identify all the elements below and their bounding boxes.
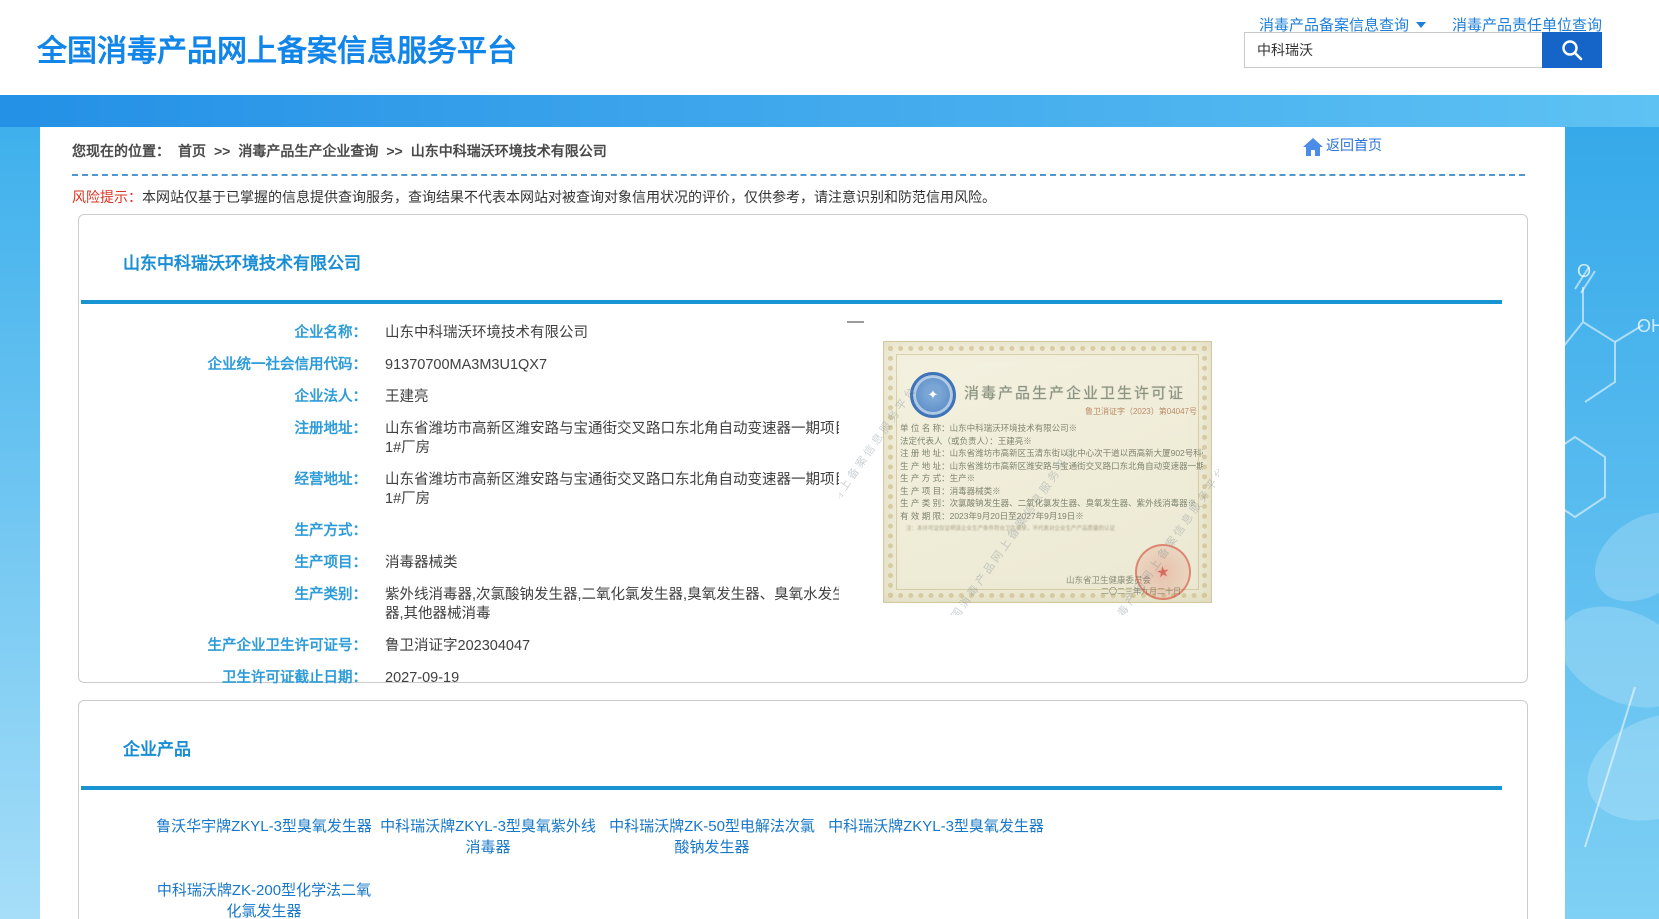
risk-notice: 风险提示：本网站仅基于已掌握的信息提供查询服务，查询结果不代表本网站对被查询对象… (72, 187, 996, 207)
certificate-body-lines: 单 位 名 称：山东中科瑞沃环境技术有限公司※ 法定代表人（或负责人）：王建亮※… (900, 422, 1203, 522)
site-title: 全国消毒产品网上备案信息服务平台 (37, 26, 517, 70)
certificate-line: 生 产 方 式：生产※ (900, 472, 1203, 485)
svg-text:OH: OH (1637, 316, 1659, 336)
field-row-company-name: 企业名称： 山东中科瑞沃环境技术有限公司 (79, 324, 1527, 343)
breadcrumb-current: 山东中科瑞沃环境技术有限公司 (411, 141, 607, 161)
header: 全国消毒产品网上备案信息服务平台 消毒产品备案信息查询 消毒产品责任单位查询 (0, 0, 1659, 95)
certificate-line: 单 位 名 称：山东中科瑞沃环境技术有限公司※ (900, 422, 1203, 435)
product-link[interactable]: 中科瑞沃牌ZKYL-3型臭氧紫外线消毒器 (379, 816, 597, 858)
dashed-divider (72, 174, 1525, 176)
right-background-strip: O OH (1565, 127, 1659, 919)
certificate-line: 有 效 期 限：2023年9月20日至2027年9月19日※ (900, 510, 1203, 523)
certificate-number: 鲁卫消证字（2023）第04047号 (1085, 406, 1197, 417)
company-info-card: 山东中科瑞沃环境技术有限公司 企业名称： 山东中科瑞沃环境技术有限公司 企业统一… (78, 214, 1528, 683)
field-row-business-address: 经营地址： 山东省潍坊市高新区潍安路与宝通街交叉路口东北角自动变速器一期项目1#… (79, 471, 1527, 509)
product-link[interactable]: 鲁沃华宇牌ZKYL-3型臭氧发生器 (155, 816, 373, 858)
left-background-strip (0, 127, 40, 919)
chevron-down-icon (1416, 22, 1426, 28)
main-content: 您现在的位置： 首页 >> 消毒产品生产企业查询 >> 山东中科瑞沃环境技术有限… (40, 127, 1565, 919)
search-button[interactable] (1542, 32, 1602, 68)
risk-text: 本网站仅基于已掌握的信息提供查询服务，查询结果不代表本网站对被查询对象信用状况的… (142, 189, 996, 205)
risk-label: 风险提示： (72, 189, 142, 205)
product-list: 鲁沃华宇牌ZKYL-3型臭氧发生器 中科瑞沃牌ZKYL-3型臭氧紫外线消毒器 中… (155, 816, 1527, 919)
field-row-production-category: 生产类别： 紫外线消毒器,次氯酸钠发生器,二氧化氯发生器,臭氧发生器、臭氧水发生… (79, 586, 1527, 624)
search-icon (1560, 38, 1584, 62)
national-emblem-icon: ✦ (910, 372, 956, 418)
company-products-card: 企业产品 鲁沃华宇牌ZKYL-3型臭氧发生器 中科瑞沃牌ZKYL-3型臭氧紫外线… (78, 700, 1528, 919)
certificate-line: 注 册 地 址：山东省潍坊市高新区玉清东街以北中心次干道以西高新大厦902号科研… (900, 447, 1203, 460)
breadcrumb-separator: >> (386, 143, 402, 159)
certificate-scan: 全国消毒产品网上备案信息服务平台 全国消毒产品网上备案信息服务平台 全国消毒产品… (839, 315, 1219, 615)
breadcrumb-separator: >> (214, 143, 230, 159)
certificate-line: 生 产 类 别：次氯酸钠发生器、二氧化氯发生器、臭氧发生器、紫外线消毒器※ (900, 497, 1203, 510)
certificate-note: 注：本许可证仅证明该企业生产条件符合卫生要求，不代表对企业生产产品质量的认证 (906, 526, 1195, 533)
product-link[interactable]: 中科瑞沃牌ZK-50型电解法次氯酸钠发生器 (603, 816, 821, 858)
page: O OH 全国消毒产品网上备案信息服务平台 消毒产品备案信息查询 消毒产品责任单… (0, 0, 1659, 919)
svg-text:O: O (1577, 261, 1591, 281)
field-row-registered-address: 注册地址： 山东省潍坊市高新区潍安路与宝通街交叉路口东北角自动变速器一期项目1#… (79, 420, 1527, 458)
scan-artifact-dash (847, 321, 864, 323)
search-input[interactable] (1244, 32, 1542, 68)
certificate-line: 生 产 项 目：消毒器械类※ (900, 485, 1203, 498)
field-row-credit-code: 企业统一社会信用代码： 91370700MA3M3U1QX7 (79, 356, 1527, 375)
breadcrumb-prefix: 您现在的位置： (72, 141, 170, 161)
products-card-title: 企业产品 (123, 735, 1527, 760)
title-underline (81, 300, 1502, 304)
field-row-production-method: 生产方式： (79, 522, 1527, 541)
certificate-line: 生 产 地 址：山东省潍坊市高新区潍安路与宝通街交叉路口东北角自动变速器一期项目… (900, 460, 1203, 473)
molecule-decoration: O OH (1565, 127, 1659, 919)
company-card-title: 山东中科瑞沃环境技术有限公司 (123, 249, 1527, 274)
back-home-button[interactable]: 返回首页 (1302, 135, 1382, 157)
breadcrumb: 您现在的位置： 首页 >> 消毒产品生产企业查询 >> 山东中科瑞沃环境技术有限… (72, 141, 607, 161)
field-row-license-number: 生产企业卫生许可证号： 鲁卫消证字202304047 (79, 637, 1527, 656)
breadcrumb-category-link[interactable]: 消毒产品生产企业查询 (238, 141, 378, 161)
certificate-title: 消毒产品生产企业卫生许可证 (964, 382, 1185, 403)
product-link[interactable]: 中科瑞沃牌ZKYL-3型臭氧发生器 (827, 816, 1045, 858)
product-link[interactable]: 中科瑞沃牌ZK-200型化学法二氧化氯发生器 (155, 880, 373, 919)
company-fields: 企业名称： 山东中科瑞沃环境技术有限公司 企业统一社会信用代码： 9137070… (79, 324, 1527, 688)
breadcrumb-home-link[interactable]: 首页 (178, 141, 206, 161)
field-row-legal-person: 企业法人： 王建亮 (79, 388, 1527, 407)
hygiene-license-certificate: ✦ 消毒产品生产企业卫生许可证 鲁卫消证字（2023）第04047号 单 位 名… (883, 341, 1212, 603)
field-row-production-project: 生产项目： 消毒器械类 (79, 554, 1527, 573)
home-icon (1302, 137, 1324, 157)
certificate-line: 法定代表人（或负责人）：王建亮※ (900, 435, 1203, 448)
search-box (1244, 32, 1602, 68)
title-underline (81, 786, 1502, 790)
top-blue-bar (0, 95, 1659, 127)
field-row-license-expiry: 卫生许可证截止日期： 2027-09-19 (79, 669, 1527, 688)
